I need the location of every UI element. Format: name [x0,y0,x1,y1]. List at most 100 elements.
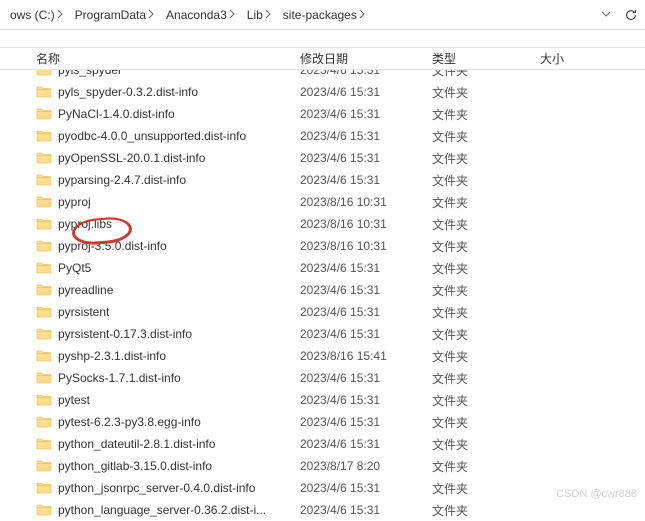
chevron-right-icon [359,10,365,20]
breadcrumb-item[interactable]: ProgramData [69,0,160,29]
chevron-right-icon [265,10,271,20]
file-name: pyOpenSSL-20.0.1.dist-info [58,151,205,165]
table-row[interactable]: pyOpenSSL-20.0.1.dist-info 2023/4/6 15:31… [0,147,645,169]
folder-icon [36,70,52,77]
table-row[interactable]: pytest-6.2.3-py3.8.egg-info2023/4/6 15:3… [0,411,645,433]
cell-date: 2023/8/16 10:31 [292,217,424,231]
table-row[interactable]: pyreadline2023/4/6 15:31文件夹 [0,279,645,301]
cell-type: 文件夹 [424,128,532,145]
folder-icon [36,481,52,495]
folder-icon [36,349,52,363]
table-row[interactable]: pyparsing-2.4.7.dist-info2023/4/6 15:31文… [0,169,645,191]
table-row[interactable]: pyls_spyder-0.3.2.dist-info2023/4/6 15:3… [0,81,645,103]
cell-date: 2023/4/6 15:31 [292,283,424,297]
column-header-date[interactable]: 修改日期 [292,48,424,69]
cell-date: 2023/8/16 10:31 [292,195,424,209]
cell-name: python_jsonrpc_server-0.4.0.dist-info [0,481,292,495]
cell-type: 文件夹 [424,326,532,343]
cell-name: pyOpenSSL-20.0.1.dist-info [0,151,292,165]
breadcrumb-item[interactable]: Lib [241,0,277,29]
table-row[interactable]: python_language_server-0.36.2.dist-i...2… [0,499,645,521]
cell-name: pyreadline [0,283,292,297]
cell-date: 2023/4/6 15:31 [292,85,424,99]
file-name: python_language_server-0.36.2.dist-i... [58,503,266,517]
cell-date: 2023/4/6 15:31 [292,327,424,341]
cell-date: 2023/4/6 15:31 [292,437,424,451]
cell-type: 文件夹 [424,304,532,321]
breadcrumb-label: ows (C:) [10,8,55,22]
breadcrumb-item[interactable]: ows (C:) [4,0,69,29]
folder-icon [36,283,52,297]
column-headers: 名称 修改日期 类型 大小 [0,48,645,70]
cell-name: pyproj [0,195,292,209]
breadcrumb-item[interactable]: Anaconda3 [160,0,241,29]
cell-name: pyrsistent-0.17.3.dist-info [0,327,292,341]
cell-type: 文件夹 [424,84,532,101]
table-row[interactable]: pyshp-2.3.1.dist-info2023/8/16 15:41文件夹 [0,345,645,367]
address-dropdown[interactable] [595,0,617,29]
breadcrumb-label: Lib [247,8,263,22]
table-row[interactable]: python_dateutil-2.8.1.dist-info2023/4/6 … [0,433,645,455]
breadcrumb-item[interactable]: site-packages [277,0,371,29]
cell-type: 文件夹 [424,260,532,277]
toolbar-gap [0,30,645,48]
column-header-type[interactable]: 类型 [424,48,532,69]
chevron-right-icon [57,10,63,20]
table-row[interactable]: pyproj.libs2023/8/16 10:31文件夹 [0,213,645,235]
cell-date: 2023/4/6 15:31 [292,151,424,165]
refresh-icon [624,8,638,22]
folder-icon [36,217,52,231]
cell-date: 2023/4/6 15:31 [292,393,424,407]
cell-type: 文件夹 [424,480,532,497]
file-name: PyQt5 [58,261,91,275]
cell-name: pyshp-2.3.1.dist-info [0,349,292,363]
cell-name: pytest [0,393,292,407]
cell-name: PyQt5 [0,261,292,275]
cell-type: 文件夹 [424,216,532,233]
cell-type: 文件夹 [424,238,532,255]
cell-date: 2023/4/6 15:31 [292,305,424,319]
cell-type: 文件夹 [424,436,532,453]
cell-type: 文件夹 [424,150,532,167]
cell-type: 文件夹 [424,348,532,365]
table-row[interactable]: pytest2023/4/6 15:31文件夹 [0,389,645,411]
column-header-name[interactable]: 名称 [0,48,292,69]
table-row[interactable]: pyproj-3.5.0.dist-info2023/8/16 10:31文件夹 [0,235,645,257]
table-row[interactable]: pyls_spyder2023/4/6 15:31文件夹 [0,70,645,81]
cell-date: 2023/8/16 15:41 [292,349,424,363]
file-name: pyodbc-4.0.0_unsupported.dist-info [58,129,246,143]
folder-icon [36,107,52,121]
folder-icon [36,393,52,407]
cell-name: pyls_spyder [0,70,292,77]
cell-date: 2023/4/6 15:31 [292,173,424,187]
table-row[interactable]: python_gitlab-3.15.0.dist-info2023/8/17 … [0,455,645,477]
file-name: pyparsing-2.4.7.dist-info [58,173,186,187]
cell-name: pyproj-3.5.0.dist-info [0,239,292,253]
table-row[interactable]: python_jsonrpc_server-0.4.0.dist-info202… [0,477,645,499]
refresh-button[interactable] [617,0,645,29]
cell-name: pyparsing-2.4.7.dist-info [0,173,292,187]
file-name: pyreadline [58,283,113,297]
folder-icon [36,415,52,429]
table-row[interactable]: pyrsistent2023/4/6 15:31文件夹 [0,301,645,323]
column-header-size[interactable]: 大小 [532,48,645,69]
breadcrumb-label: Anaconda3 [166,8,227,22]
file-name: python_gitlab-3.15.0.dist-info [58,459,212,473]
cell-name: pyrsistent [0,305,292,319]
cell-name: PySocks-1.7.1.dist-info [0,371,292,385]
cell-name: python_gitlab-3.15.0.dist-info [0,459,292,473]
file-name: pyproj [58,195,91,209]
table-row[interactable]: pyrsistent-0.17.3.dist-info2023/4/6 15:3… [0,323,645,345]
table-row[interactable]: PyQt5 2023/4/6 15:31文件夹 [0,257,645,279]
chevron-right-icon [229,10,235,20]
file-name: PySocks-1.7.1.dist-info [58,371,181,385]
table-row[interactable]: PyNaCl-1.4.0.dist-info2023/4/6 15:31文件夹 [0,103,645,125]
table-row[interactable]: PySocks-1.7.1.dist-info2023/4/6 15:31文件夹 [0,367,645,389]
folder-icon [36,85,52,99]
table-row[interactable]: pyproj2023/8/16 10:31文件夹 [0,191,645,213]
folder-icon [36,261,52,275]
cell-date: 2023/4/6 15:31 [292,261,424,275]
folder-icon [36,459,52,473]
file-name: pytest-6.2.3-py3.8.egg-info [58,415,201,429]
table-row[interactable]: pyodbc-4.0.0_unsupported.dist-info2023/4… [0,125,645,147]
